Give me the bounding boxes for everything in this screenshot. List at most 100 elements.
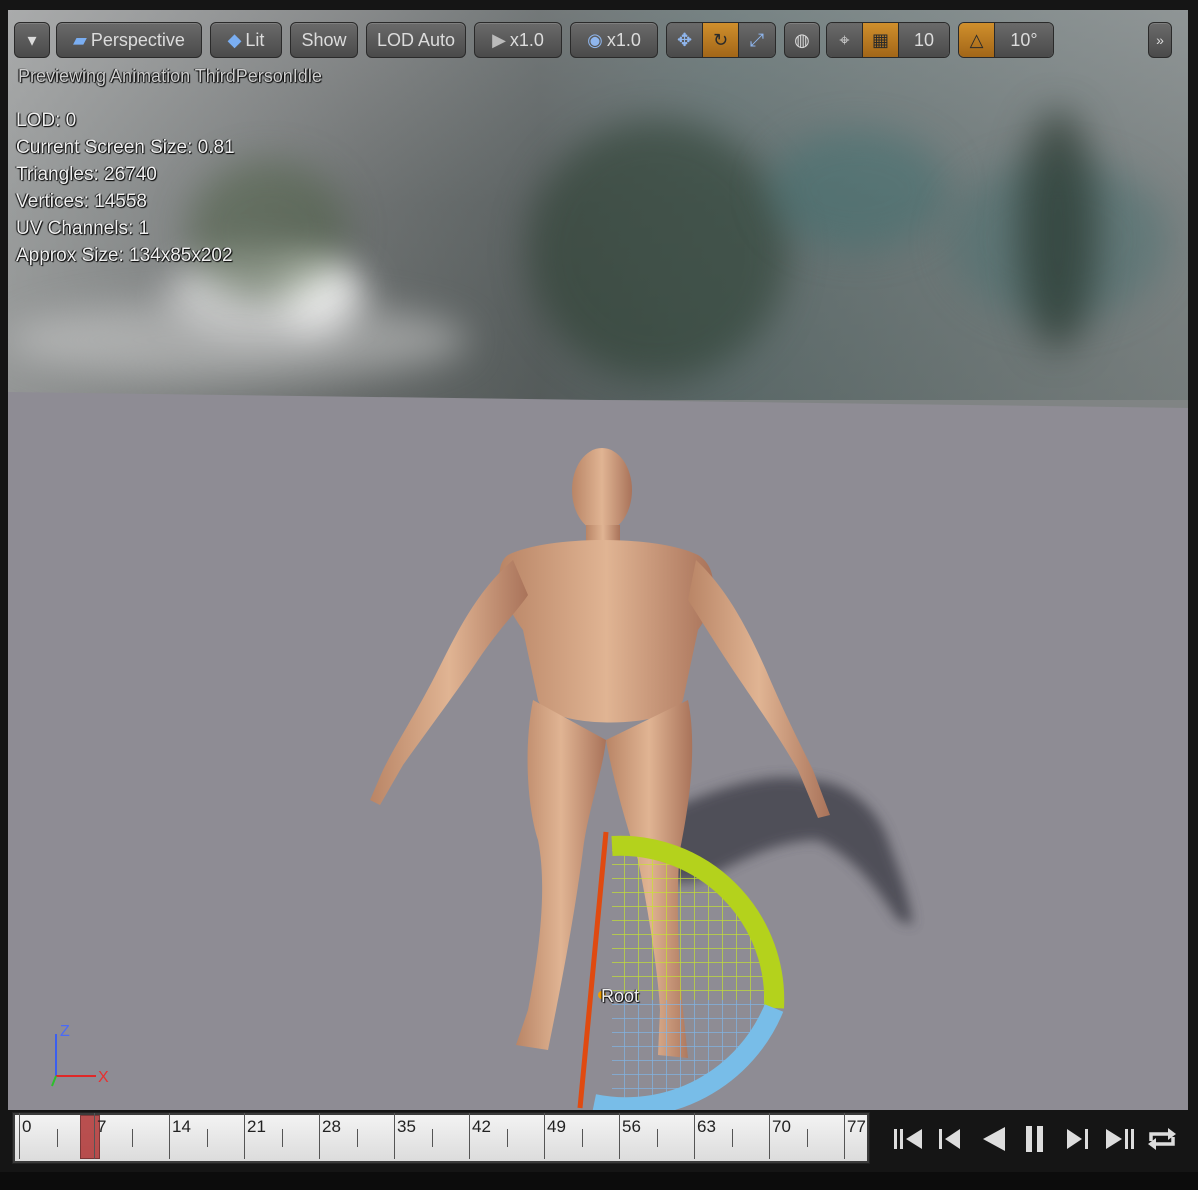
rotation-snap-value[interactable]: 10° <box>995 23 1053 57</box>
timeline-frame-label: 77 <box>847 1117 866 1136</box>
timeline-frame-label: 14 <box>172 1117 191 1136</box>
lit-label: Lit <box>245 30 265 50</box>
timeline-major-tick <box>469 1113 470 1159</box>
timeline-minor-tick <box>656 1129 658 1147</box>
root-bone-gizmo[interactable] <box>577 831 785 1110</box>
playback-speed-label: x1.0 <box>509 30 544 50</box>
perspective-button[interactable]: ▰ Perspective <box>56 22 202 58</box>
grid-icon[interactable]: ▦ <box>863 23 899 57</box>
root-bone-label: Root <box>601 986 640 1006</box>
timeline-minor-tick <box>506 1129 508 1147</box>
skip-to-end-icon <box>1105 1129 1134 1149</box>
lod-label: LOD Auto <box>376 30 456 50</box>
transform-mode-group: ✥ ↻ ⤢ <box>666 22 776 58</box>
surface-snap-icon[interactable]: ⌖ <box>827 23 863 57</box>
world-space-button[interactable]: ◍ <box>784 22 820 58</box>
perspective-label: Perspective <box>90 30 185 50</box>
show-label: Show <box>301 30 347 50</box>
stat-approx-size: Approx Size: 134x85x202 <box>16 245 233 266</box>
stat-vertices: Vertices: 14558 <box>16 191 147 212</box>
timeline-frame-label: 42 <box>472 1117 491 1136</box>
timeline-major-tick <box>844 1113 845 1159</box>
timeline-frame-label: 7 <box>97 1117 107 1136</box>
stat-triangles: Triangles: 26740 <box>16 164 157 185</box>
bottom-bar <box>0 1172 1198 1190</box>
camera-speed-button[interactable]: ◉ x1.0 <box>570 22 658 58</box>
axis-x-label: X <box>98 1069 109 1086</box>
playback-speed-button[interactable]: ▶ x1.0 <box>474 22 562 58</box>
timeline-major-tick <box>94 1113 95 1159</box>
timeline-minor-tick <box>806 1129 808 1147</box>
perspective-icon: ▰ <box>73 30 87 50</box>
timeline-major-tick <box>394 1113 395 1159</box>
axis-z-label: Z <box>60 1024 70 1040</box>
timeline-major-tick <box>619 1113 620 1159</box>
double-chevron-right-icon: » <box>1156 32 1164 48</box>
step-forward-icon <box>1067 1129 1089 1149</box>
angle-icon[interactable]: △ <box>959 23 995 57</box>
pause-button[interactable] <box>1017 1119 1053 1159</box>
timeline-major-tick <box>319 1113 320 1159</box>
lod-button[interactable]: LOD Auto <box>366 22 466 58</box>
loop-icon <box>1147 1128 1176 1150</box>
timeline-minor-tick <box>581 1129 583 1147</box>
timeline-major-tick <box>244 1113 245 1159</box>
skip-to-start-icon <box>894 1129 922 1149</box>
timeline-minor-tick <box>431 1129 433 1147</box>
timeline-frame-label: 70 <box>772 1117 791 1136</box>
timeline-frame-label: 21 <box>247 1117 266 1136</box>
rotate-icon[interactable]: ↻ <box>703 23 739 57</box>
pause-icon <box>1025 1126 1043 1152</box>
stat-uv-channels: UV Channels: 1 <box>16 218 150 239</box>
lit-button[interactable]: ◆ Lit <box>210 22 282 58</box>
animation-timeline[interactable]: 0 7 14 21 28 35 42 49 56 63 70 77 <box>12 1112 870 1164</box>
grid-snap-value[interactable]: 10 <box>899 23 949 57</box>
play-reverse-button[interactable] <box>975 1119 1011 1159</box>
timeline-minor-tick <box>206 1129 208 1147</box>
play-triangle-icon: ▶ <box>492 30 506 50</box>
timeline-frame-label: 28 <box>322 1117 341 1136</box>
viewport-toolbar: ▾ ▰ Perspective ◆ Lit Show LOD Auto ▶ x1… <box>8 10 1188 58</box>
to-start-button[interactable] <box>890 1119 926 1159</box>
step-back-icon <box>939 1129 961 1149</box>
translate-icon[interactable]: ✥ <box>667 23 703 57</box>
show-button[interactable]: Show <box>290 22 358 58</box>
axis-indicator: Z X <box>51 1024 109 1087</box>
stat-lod: LOD: 0 <box>16 110 77 131</box>
play-reverse-icon <box>982 1127 1005 1151</box>
camera-speed-label: x1.0 <box>606 30 641 50</box>
timeline-track[interactable] <box>15 1115 867 1161</box>
timeline-frame-label: 35 <box>397 1117 416 1136</box>
lit-cube-icon: ◆ <box>227 30 242 50</box>
globe-icon: ◍ <box>794 30 810 50</box>
step-back-button[interactable] <box>932 1119 968 1159</box>
timeline-frame-label: 49 <box>547 1117 566 1136</box>
timeline-minor-tick <box>281 1129 283 1147</box>
chevron-down-icon: ▾ <box>27 30 37 50</box>
viewport-options-button[interactable]: ▾ <box>14 22 50 58</box>
timeline-minor-tick <box>731 1129 733 1147</box>
timeline-minor-tick <box>131 1129 133 1147</box>
timeline-major-tick <box>19 1113 20 1159</box>
timeline-minor-tick <box>356 1129 358 1147</box>
playback-controls <box>890 1118 1180 1160</box>
preview-animation-text: Previewing Animation ThirdPersonIdle <box>18 66 322 86</box>
timeline-major-tick <box>544 1113 545 1159</box>
rotation-snap-group: △ 10° <box>958 22 1054 58</box>
timeline-frame-label: 63 <box>697 1117 716 1136</box>
timeline-frame-label: 0 <box>22 1117 32 1136</box>
step-forward-button[interactable] <box>1059 1119 1095 1159</box>
grid-snap-group: ⌖ ▦ 10 <box>826 22 950 58</box>
timeline-minor-tick <box>56 1129 58 1147</box>
camera-speed-icon: ◉ <box>587 30 603 50</box>
loop-button[interactable] <box>1144 1119 1180 1159</box>
to-end-button[interactable] <box>1102 1119 1138 1159</box>
character-preview[interactable] <box>8 10 1188 1110</box>
toolbar-overflow-button[interactable]: » <box>1148 22 1172 58</box>
timeline-major-tick <box>169 1113 170 1159</box>
stat-screen-size: Current Screen Size: 0.81 <box>16 137 235 158</box>
animation-viewport[interactable]: Previewing Animation ThirdPersonIdle LOD… <box>8 10 1188 1110</box>
timeline-major-tick <box>694 1113 695 1159</box>
timeline-major-tick <box>769 1113 770 1159</box>
scale-icon[interactable]: ⤢ <box>739 23 775 57</box>
